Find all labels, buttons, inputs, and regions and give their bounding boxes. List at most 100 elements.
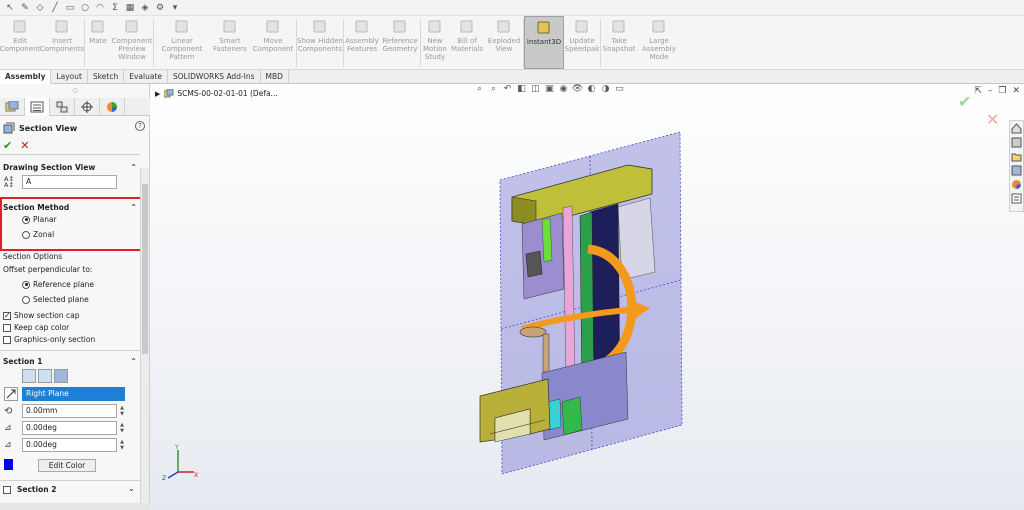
checkbox-box[interactable]: ✓ xyxy=(3,311,11,320)
graphics-area[interactable]: ▶ SCMS-00-02-01-01 (Defa... ⌕ ⌕ ↶ ◧ ◫ ▣ … xyxy=(150,84,1024,510)
top-plane-icon[interactable] xyxy=(38,369,52,383)
options-icon[interactable]: ⚙ xyxy=(154,2,166,14)
rectangle-icon[interactable]: ▭ xyxy=(64,2,76,14)
sketch-icon[interactable]: ✎ xyxy=(19,2,31,14)
checkbox-section2[interactable]: Section 2 xyxy=(3,485,56,494)
reverse-direction-icon[interactable] xyxy=(4,387,18,401)
section-name-input[interactable]: A xyxy=(22,175,117,189)
ribbon-button-label: Bill of Materials xyxy=(450,37,484,53)
ribbon-button-component-preview-window[interactable]: Component Preview Window xyxy=(111,16,153,69)
ribbon-button-update-speedpak[interactable]: Update Speedpak xyxy=(564,16,600,69)
tab-layout[interactable]: Layout xyxy=(51,70,88,84)
ribbon-button-label: Move Component xyxy=(252,37,294,53)
arc-icon[interactable]: ◠ xyxy=(94,2,106,14)
ribbon-button-move-component[interactable]: Move Component xyxy=(250,16,296,69)
ribbon-button-label: Edit Component xyxy=(0,37,41,53)
dropdown-arrow-icon[interactable]: ▾ xyxy=(169,2,181,14)
ribbon-button-exploded-view[interactable]: Exploded View xyxy=(485,16,523,69)
checkbox-label: Keep cap color xyxy=(14,323,70,332)
dimxpert-tab[interactable] xyxy=(75,98,100,116)
feature-tree-tab[interactable] xyxy=(0,98,25,116)
chevron-up-icon[interactable]: ⌃ xyxy=(130,357,137,366)
front-plane-icon[interactable] xyxy=(22,369,36,383)
radio-dot[interactable] xyxy=(22,295,30,304)
ribbon-button-instant3d[interactable]: Instant3D xyxy=(524,16,564,69)
section-plane-input[interactable]: Right Plane xyxy=(22,387,125,401)
ribbon-button-edit-component[interactable]: Edit Component xyxy=(0,16,40,69)
sum-icon[interactable]: Σ xyxy=(109,2,121,14)
ribbon-button-label: New Motion Study xyxy=(423,37,447,61)
ribbon-button-smart-fasteners[interactable]: Smart Fasteners xyxy=(210,16,250,69)
section1-header[interactable]: Section 1 ⌃ xyxy=(3,356,137,366)
motor-left xyxy=(525,250,543,278)
panel-grip[interactable]: ○ xyxy=(0,84,150,98)
tab-evaluate[interactable]: Evaluate xyxy=(124,70,169,84)
cancel-x-icon[interactable]: ✕ xyxy=(20,139,29,152)
angle-x-input[interactable]: 0.00deg xyxy=(22,421,117,435)
linear-component-pattern-icon xyxy=(173,19,191,35)
assembly-features-icon xyxy=(353,19,371,35)
ribbon-button-reference-geometry[interactable]: Reference Geometry xyxy=(380,16,420,69)
ribbon-button-assembly-features[interactable]: Assembly Features xyxy=(344,16,380,69)
measure-icon[interactable]: ▦ xyxy=(124,2,136,14)
tab-sketch[interactable]: Sketch xyxy=(88,70,125,84)
ribbon-button-mate[interactable]: Mate xyxy=(85,16,111,69)
checkbox-keep-cap-color[interactable]: Keep cap color xyxy=(3,323,69,332)
ribbon-button-label: Large Assembly Mode xyxy=(642,37,676,61)
tab-assembly[interactable]: Assembly xyxy=(0,70,52,84)
ribbon-button-insert-components[interactable]: Insert Components xyxy=(40,16,84,69)
radio-dot[interactable] xyxy=(22,280,30,289)
spin-arrows-icon[interactable]: ▲ ▼ xyxy=(119,422,125,434)
update-speedpak-icon xyxy=(573,19,591,35)
display-manager-tab[interactable] xyxy=(100,98,125,116)
ribbon-button-label: Assembly Features xyxy=(345,37,379,53)
chevron-down-icon[interactable]: ⌄ xyxy=(128,484,135,493)
tab-solidworks-add-ins[interactable]: SOLIDWORKS Add-Ins xyxy=(168,70,261,84)
line-icon[interactable]: ╱ xyxy=(49,2,61,14)
offset-distance-input[interactable]: 0.00mm xyxy=(22,404,117,418)
circle-icon[interactable]: ○ xyxy=(79,2,91,14)
edit-color-button[interactable]: Edit Color xyxy=(38,459,96,472)
model-viewport[interactable] xyxy=(150,84,1024,510)
ribbon-button-take-snapshot[interactable]: Take Snapshot xyxy=(601,16,637,69)
highlight-box xyxy=(0,197,145,251)
radio-reference-plane[interactable]: Reference plane xyxy=(22,280,94,289)
panel-scrollbar[interactable] xyxy=(140,168,149,510)
ribbon-button-linear-component-pattern[interactable]: Linear Component Pattern xyxy=(154,16,210,69)
name-label-icon: A↕ A↕ xyxy=(4,175,14,189)
ribbon-button-label: Reference Geometry xyxy=(382,37,418,53)
spin-arrows-icon[interactable]: ▲ ▼ xyxy=(119,439,125,451)
help-icon[interactable]: ? xyxy=(135,121,145,131)
color-wheel-icon xyxy=(107,102,117,112)
right-plane-icon[interactable] xyxy=(54,369,68,383)
scrollbar-thumb[interactable] xyxy=(142,184,148,354)
checkbox-show-section-cap[interactable]: ✓ Show section cap xyxy=(3,311,80,320)
property-list-icon xyxy=(30,101,44,113)
tab-mbd[interactable]: MBD xyxy=(261,70,289,84)
ribbon-button-large-assembly-mode[interactable]: Large Assembly Mode xyxy=(637,16,681,69)
checkbox-box[interactable] xyxy=(3,485,11,494)
ribbon-button-bill-of-materials[interactable]: Bill of Materials xyxy=(449,16,485,69)
checkbox-box[interactable] xyxy=(3,335,11,344)
drawing-section-view-header[interactable]: Drawing Section View ⌃ xyxy=(3,162,137,172)
group-label: Section Options xyxy=(3,251,63,261)
chevron-up-icon[interactable]: ⌃ xyxy=(130,163,137,172)
section-options-header[interactable]: Section Options xyxy=(3,251,137,261)
checkbox-graphics-only[interactable]: Graphics-only section xyxy=(3,335,95,344)
property-manager-tab[interactable] xyxy=(25,98,50,116)
pointer-icon[interactable]: ↖ xyxy=(4,2,16,14)
ribbon-button-label: Mate xyxy=(89,37,107,45)
green-block-lower xyxy=(561,396,583,436)
smart-dimension-icon[interactable]: ◇ xyxy=(34,2,46,14)
checkbox-box[interactable] xyxy=(3,323,11,332)
triad-z-label: Z xyxy=(162,475,166,482)
ok-check-icon[interactable]: ✔ xyxy=(3,139,12,152)
configuration-manager-tab[interactable] xyxy=(50,98,75,116)
solidworks-window: ↖ ✎ ◇ ╱ ▭ ○ ◠ Σ ▦ ◈ ⚙ ▾ Edit Component In… xyxy=(0,0,1024,510)
mass-properties-icon[interactable]: ◈ xyxy=(139,2,151,14)
ribbon-button-new-motion-study[interactable]: New Motion Study xyxy=(421,16,449,69)
spin-arrows-icon[interactable]: ▲ ▼ xyxy=(119,405,125,417)
ribbon-button-show-hidden-components[interactable]: Show Hidden Components xyxy=(297,16,343,69)
radio-selected-plane[interactable]: Selected plane xyxy=(22,295,89,304)
angle-y-input[interactable]: 0.00deg xyxy=(22,438,117,452)
